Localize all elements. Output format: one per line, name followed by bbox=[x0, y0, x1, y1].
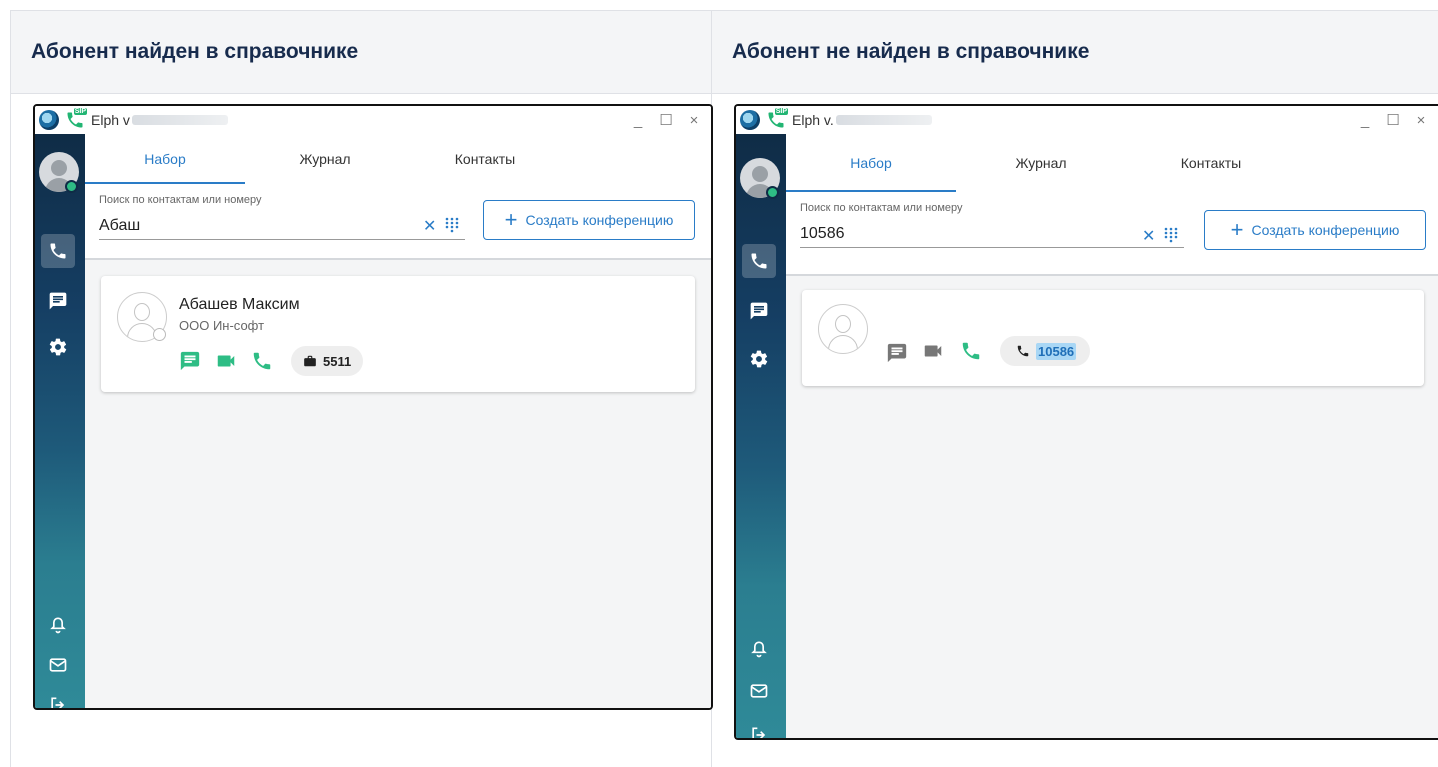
maximize-button[interactable]: ☐ bbox=[1386, 111, 1400, 129]
tab-contacts[interactable]: Контакты bbox=[1126, 134, 1296, 192]
call-icon[interactable] bbox=[960, 340, 982, 362]
plus-icon: + bbox=[504, 207, 518, 232]
titlebar: SIP Elph v. _ ☐ × bbox=[736, 106, 1438, 134]
clear-search-icon[interactable]: ✕ bbox=[423, 216, 436, 236]
video-icon[interactable] bbox=[922, 340, 944, 362]
gear-icon bbox=[49, 338, 67, 356]
mail-icon bbox=[750, 684, 768, 698]
sidebar-item-mail[interactable] bbox=[742, 674, 776, 708]
table-border-left bbox=[10, 10, 11, 767]
version-blur bbox=[835, 115, 932, 125]
elph-logo-icon bbox=[740, 110, 760, 130]
close-button[interactable]: × bbox=[687, 112, 701, 129]
mail-icon bbox=[49, 658, 67, 672]
app-title: Elph v. bbox=[792, 112, 834, 128]
sidebar-item-chat[interactable] bbox=[41, 284, 75, 318]
search-input[interactable] bbox=[99, 214, 465, 240]
online-status-icon bbox=[766, 186, 779, 199]
contact-number: 5511 bbox=[323, 353, 352, 369]
chat-icon bbox=[750, 302, 768, 320]
tab-bar: Набор Журнал Контакты bbox=[85, 134, 711, 184]
maximize-button[interactable]: ☐ bbox=[659, 111, 673, 129]
sidebar-item-notifications[interactable] bbox=[742, 632, 776, 666]
minimize-button[interactable]: _ bbox=[631, 112, 645, 129]
sip-badge: SIP bbox=[774, 108, 788, 115]
chat-icon bbox=[49, 292, 67, 310]
clear-search-icon[interactable]: ✕ bbox=[1142, 226, 1155, 246]
elph-logo-icon bbox=[39, 110, 59, 130]
message-icon[interactable] bbox=[179, 350, 201, 372]
tab-dial[interactable]: Набор bbox=[786, 134, 956, 192]
sidebar-item-dial[interactable] bbox=[41, 234, 75, 268]
search-input[interactable] bbox=[800, 222, 1184, 248]
bell-icon bbox=[751, 641, 767, 658]
call-icon[interactable] bbox=[251, 350, 273, 372]
bell-icon bbox=[50, 617, 66, 634]
number-chip[interactable]: 5511 bbox=[291, 346, 364, 376]
app-window-found: SIP Elph v _ ☐ × Набор Журнал Контакты П… bbox=[33, 104, 713, 710]
search-bar: Поиск по контактам или номеру ✕ + Создат… bbox=[786, 192, 1438, 276]
version-blur bbox=[131, 115, 228, 125]
contact-status-icon bbox=[153, 328, 166, 341]
sidebar-item-logout[interactable] bbox=[742, 718, 776, 738]
app-window-not-found: SIP Elph v. _ ☐ × Набор Журнал Контакты … bbox=[734, 104, 1438, 740]
logout-icon bbox=[51, 697, 65, 708]
sidebar bbox=[736, 134, 786, 738]
tab-journal[interactable]: Журнал bbox=[956, 134, 1126, 192]
sidebar-item-settings[interactable] bbox=[41, 330, 75, 364]
dialpad-icon[interactable] bbox=[445, 217, 459, 233]
create-conference-button[interactable]: + Создать конференцию bbox=[1204, 210, 1426, 250]
number-card[interactable]: 10586 bbox=[802, 290, 1424, 386]
phone-icon bbox=[1017, 345, 1029, 357]
dialed-number: 10586 bbox=[1036, 342, 1077, 360]
phone-icon bbox=[751, 253, 767, 269]
main-content: Набор Журнал Контакты Поиск по контактам… bbox=[786, 134, 1438, 738]
tab-dial[interactable]: Набор bbox=[85, 134, 245, 184]
column-header-not-found: Абонент не найден в справочнике bbox=[732, 40, 1090, 63]
create-conference-label: Создать конференцию bbox=[1251, 222, 1400, 238]
number-chip[interactable]: 10586 bbox=[1000, 336, 1091, 366]
phone-icon bbox=[50, 243, 66, 259]
sidebar-item-mail[interactable] bbox=[41, 648, 75, 682]
logout-icon bbox=[752, 727, 766, 738]
sidebar bbox=[35, 134, 85, 708]
sip-phone-icon: SIP bbox=[65, 108, 87, 130]
create-conference-label: Создать конференцию bbox=[525, 212, 674, 228]
app-title: Elph v bbox=[91, 112, 130, 128]
close-button[interactable]: × bbox=[1414, 112, 1428, 129]
unknown-avatar bbox=[818, 304, 868, 354]
plus-icon: + bbox=[1230, 217, 1244, 242]
tab-bar: Набор Журнал Контакты bbox=[786, 134, 1438, 192]
sip-phone-icon: SIP bbox=[766, 108, 788, 130]
tab-contacts[interactable]: Контакты bbox=[405, 134, 565, 184]
create-conference-button[interactable]: + Создать конференцию bbox=[483, 200, 695, 240]
online-status-icon bbox=[65, 180, 78, 193]
sidebar-item-logout[interactable] bbox=[41, 688, 75, 708]
sidebar-item-chat[interactable] bbox=[742, 294, 776, 328]
sip-badge: SIP bbox=[73, 108, 87, 115]
contact-card[interactable]: Абашев Максим ООО Ин-софт 5511 bbox=[101, 276, 695, 392]
video-icon[interactable] bbox=[215, 350, 237, 372]
sidebar-item-settings[interactable] bbox=[742, 342, 776, 376]
contact-organization: ООО Ин-софт bbox=[179, 318, 265, 333]
search-label: Поиск по контактам или номеру bbox=[800, 202, 963, 214]
contact-name: Абашев Максим bbox=[179, 296, 300, 313]
minimize-button[interactable]: _ bbox=[1358, 112, 1372, 129]
message-icon[interactable] bbox=[886, 342, 908, 364]
dialpad-icon[interactable] bbox=[1164, 227, 1178, 243]
briefcase-icon bbox=[304, 355, 316, 367]
search-label: Поиск по контактам или номеру bbox=[99, 194, 262, 206]
sidebar-item-notifications[interactable] bbox=[41, 608, 75, 642]
tab-journal[interactable]: Журнал bbox=[245, 134, 405, 184]
search-bar: Поиск по контактам или номеру ✕ + Создат… bbox=[85, 184, 711, 260]
gear-icon bbox=[750, 350, 768, 368]
main-content: Набор Журнал Контакты Поиск по контактам… bbox=[85, 134, 711, 708]
titlebar: SIP Elph v _ ☐ × bbox=[35, 106, 711, 134]
column-header-found: Абонент найден в справочнике bbox=[31, 40, 359, 63]
sidebar-item-dial[interactable] bbox=[742, 244, 776, 278]
